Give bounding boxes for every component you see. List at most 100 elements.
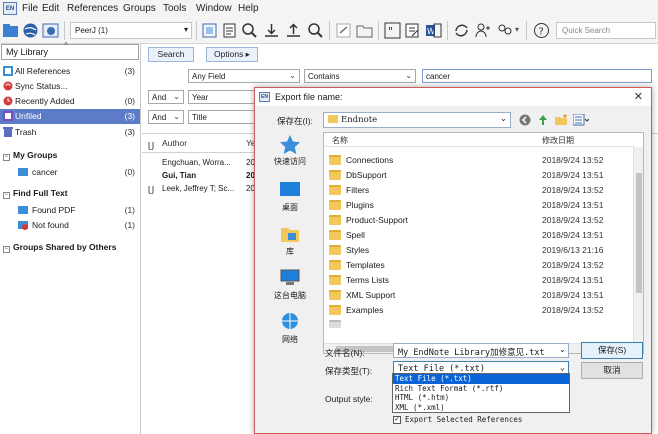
import-icon[interactable] xyxy=(263,22,280,39)
group-sync-status[interactable]: Sync Status... xyxy=(0,79,140,94)
group-unfiled[interactable]: Unfiled (3) xyxy=(0,109,140,124)
integrated-library-icon[interactable] xyxy=(42,22,59,39)
search-field-select-1[interactable]: Any Field ⌄ xyxy=(188,69,300,83)
close-icon[interactable]: ✕ xyxy=(634,90,643,103)
group-all-references[interactable]: All References (3) xyxy=(0,64,140,79)
menu-references[interactable]: References xyxy=(67,3,118,14)
group-cancer[interactable]: cancer (0) xyxy=(0,165,140,180)
quick-search-input[interactable]: Quick Search xyxy=(556,22,656,39)
menu-edit[interactable]: Edit xyxy=(42,3,59,14)
network-icon xyxy=(282,313,298,329)
find-full-text-icon[interactable] xyxy=(241,22,258,39)
cancel-button[interactable]: 取消 xyxy=(581,362,643,379)
search-button[interactable]: Search xyxy=(148,47,194,62)
dropdown-option[interactable]: XML (*.xml) xyxy=(393,403,569,413)
insert-citation-icon[interactable] xyxy=(201,22,218,39)
place-network[interactable]: 网络 xyxy=(263,312,317,345)
place-desktop[interactable]: 桌面 xyxy=(263,180,317,213)
menu-groups[interactable]: Groups xyxy=(123,3,156,14)
computer-icon xyxy=(280,269,300,285)
column-name[interactable]: 名称 xyxy=(332,135,348,146)
column-modified[interactable]: 修改日期 xyxy=(542,135,574,146)
view-menu-icon[interactable] xyxy=(573,114,589,126)
export-icon[interactable] xyxy=(285,22,302,39)
edit-reference-icon[interactable] xyxy=(404,22,421,39)
word-document-icon[interactable]: W xyxy=(425,22,442,39)
file-row-partial[interactable] xyxy=(324,318,633,328)
new-reference-icon[interactable] xyxy=(221,22,238,39)
collapse-caret-icon[interactable]: ^ xyxy=(64,41,68,50)
chevron-down-icon: ⌄ xyxy=(405,71,412,80)
chevron-down-icon[interactable]: ⌄ xyxy=(559,345,566,354)
vertical-scrollbar[interactable] xyxy=(633,147,643,343)
find-full-text-header[interactable]: − Find Full Text xyxy=(3,188,68,199)
output-style-label: Output style: xyxy=(325,394,373,404)
all-refs-icon xyxy=(3,66,13,76)
file-row[interactable]: Spell 2018/9/24 13:51 xyxy=(324,228,633,243)
my-groups-header[interactable]: − My Groups xyxy=(3,150,57,161)
share-icon[interactable] xyxy=(474,22,491,39)
dropdown-option[interactable]: HTML (*.htm) xyxy=(393,393,569,403)
search-operator-select-1[interactable]: Contains ⌄ xyxy=(304,69,416,83)
groups-pane: My Library ^ All References (3) Sync Sta… xyxy=(0,41,141,434)
dropdown-option[interactable]: Text File (*.txt) xyxy=(393,374,569,384)
export-selected-label: Export Selected References xyxy=(405,415,523,424)
reference-row[interactable]: Engchuan, Worra... 20 xyxy=(142,158,262,169)
svg-text:?: ? xyxy=(539,27,544,38)
local-library-icon[interactable] xyxy=(2,22,19,39)
group-not-found[interactable]: Not found (1) xyxy=(0,218,140,233)
back-icon[interactable] xyxy=(519,114,531,126)
sync-icon[interactable] xyxy=(453,22,470,39)
menu-tools[interactable]: Tools xyxy=(163,3,186,14)
folder-icon xyxy=(328,115,338,123)
column-author[interactable]: Author xyxy=(162,138,187,151)
dialog-title-bar: EN Export file name: ✕ xyxy=(255,88,651,106)
svg-text:": " xyxy=(388,25,393,38)
dropdown-option[interactable]: Rich Text Format (*.rtf) xyxy=(393,384,569,394)
file-row[interactable]: Product-Support 2018/9/24 13:52 xyxy=(324,213,633,228)
file-row[interactable]: Examples 2018/9/24 13:52 xyxy=(324,303,633,318)
quote-icon[interactable]: " xyxy=(384,22,401,39)
library-selector[interactable]: My Library xyxy=(1,44,139,60)
open-folder-icon[interactable] xyxy=(356,22,373,39)
search-library-icon[interactable] xyxy=(307,22,324,39)
search-logic-select-3[interactable]: And ⌄ xyxy=(148,110,184,124)
save-in-select[interactable]: Endnote ⌄ xyxy=(323,112,511,128)
group-found-pdf[interactable]: Found PDF (1) xyxy=(0,203,140,218)
help-icon[interactable]: ? xyxy=(533,22,550,39)
online-search-icon[interactable] xyxy=(22,22,39,39)
file-row[interactable]: Connections 2018/9/24 13:52 xyxy=(324,153,633,168)
group-trash[interactable]: Trash (3) xyxy=(0,125,140,140)
groups-shared-header[interactable]: − Groups Shared by Others xyxy=(3,242,116,253)
group-recently-added[interactable]: Recently Added (0) xyxy=(0,94,140,109)
new-folder-icon[interactable] xyxy=(555,114,568,126)
menu-file[interactable]: File xyxy=(22,3,38,14)
group-share-icon[interactable] xyxy=(496,22,513,39)
menu-window[interactable]: Window xyxy=(196,3,232,14)
reference-row[interactable]: Gui, Tian 20 xyxy=(142,171,262,182)
file-row[interactable]: Styles 2019/6/13 21:16 xyxy=(324,243,633,258)
file-row[interactable]: Terms Lists 2018/9/24 13:51 xyxy=(324,273,633,288)
options-button[interactable]: Options ▸ xyxy=(206,47,258,62)
file-row[interactable]: Filters 2018/9/24 13:52 xyxy=(324,183,633,198)
reference-row[interactable]: Leek, Jeffrey T; Sc... 20 xyxy=(142,184,262,195)
file-row[interactable]: DbSupport 2018/9/24 13:51 xyxy=(324,168,633,183)
search-logic-select-2[interactable]: And ⌄ xyxy=(148,90,184,104)
file-row[interactable]: XML Support 2018/9/24 13:51 xyxy=(324,288,633,303)
search-value-input-1[interactable]: cancer xyxy=(422,69,652,83)
chevron-down-icon[interactable]: ▾ xyxy=(515,25,519,34)
filename-input[interactable]: My EndNote Library加修意见.txt xyxy=(393,343,569,358)
file-row[interactable]: Plugins 2018/9/24 13:51 xyxy=(324,198,633,213)
menu-help[interactable]: Help xyxy=(238,3,259,14)
export-selected-checkbox[interactable]: ✓ xyxy=(393,416,401,424)
place-quick-access[interactable]: 快速访问 xyxy=(263,134,317,167)
output-style-select[interactable]: PeerJ (1) ▾ xyxy=(70,22,192,39)
folder-icon xyxy=(329,305,341,315)
place-this-pc[interactable]: 这台电脑 xyxy=(263,268,317,301)
up-folder-icon[interactable] xyxy=(537,114,549,126)
scrollbar-thumb[interactable] xyxy=(636,173,642,293)
place-libraries[interactable]: 库 xyxy=(263,224,317,257)
save-button[interactable]: 保存(S) xyxy=(581,342,643,359)
link-icon[interactable] xyxy=(335,22,352,39)
file-row[interactable]: Templates 2018/9/24 13:52 xyxy=(324,258,633,273)
